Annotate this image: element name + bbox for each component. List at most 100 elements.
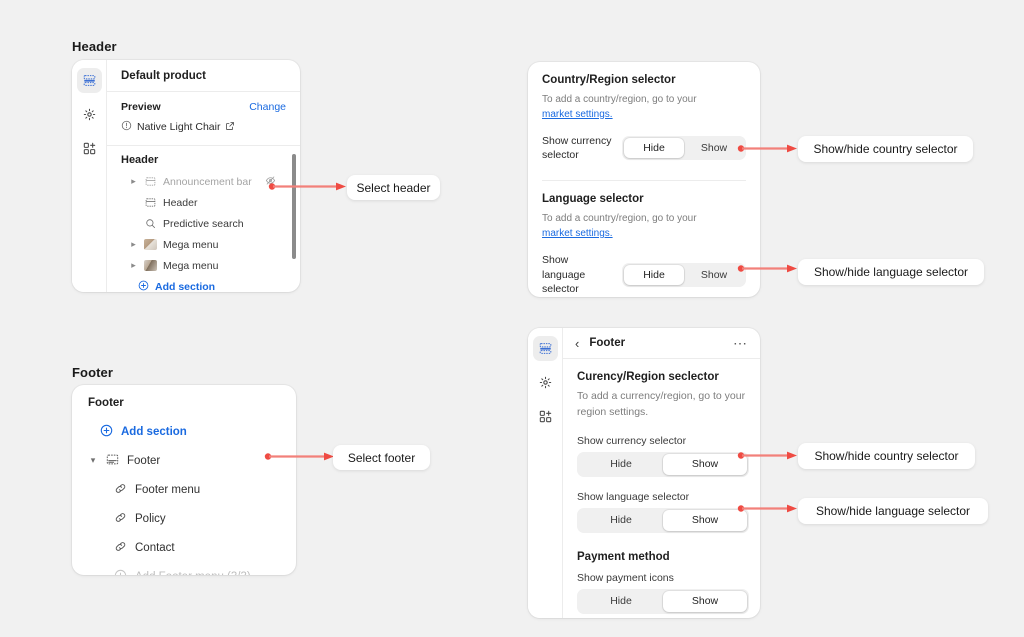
change-link[interactable]: Change	[249, 101, 286, 113]
callout-show-hide-country-bottom: Show/hide country selector	[798, 443, 975, 469]
header-section-caption: Header	[72, 39, 117, 54]
tree-row[interactable]: ▸ Header	[121, 192, 286, 213]
show-language-selector-segmented-control[interactable]: Hide Show	[577, 508, 749, 533]
language-description-text: To add a country/region, go to your	[542, 213, 697, 224]
annotation-arrow	[737, 144, 797, 153]
plus-circle-icon	[100, 424, 113, 440]
callout-label: Show/hide language selector	[814, 265, 968, 279]
show-language-selector-label: Show language selector	[577, 491, 746, 503]
header-editor-panel: Default product Preview Change	[107, 60, 300, 292]
rail-settings-button[interactable]	[77, 102, 102, 127]
external-link-icon[interactable]	[225, 118, 235, 136]
country-region-section: Country/Region selector To add a country…	[528, 62, 760, 176]
rail-settings-button[interactable]	[533, 370, 558, 395]
chevron-right-icon[interactable]: ▸	[129, 176, 138, 187]
footer-block-row[interactable]: Contact	[88, 533, 280, 562]
footer-section-tree: Footer Add section ▾	[72, 385, 296, 575]
show-payment-icons-segmented-control[interactable]: Hide Show	[577, 589, 749, 614]
preview-label: Preview	[121, 101, 161, 113]
show-option[interactable]: Show	[684, 138, 744, 158]
show-language-selector-label: Show language selector	[542, 253, 612, 296]
header-icon-rail	[72, 60, 107, 292]
annotation-arrow	[737, 504, 797, 513]
thumbnail-icon	[144, 259, 157, 272]
hide-option[interactable]: Hide	[579, 454, 663, 475]
show-currency-selector-segmented-control[interactable]: Hide Show	[622, 136, 746, 160]
show-language-selector-field: Show language selector Hide Show	[542, 253, 746, 296]
footer-settings-header: ‹ Footer ⋯	[563, 328, 760, 359]
section-icon	[144, 175, 157, 188]
tree-row-label: Mega menu	[163, 260, 218, 272]
rail-sections-button[interactable]	[77, 68, 102, 93]
payment-method-title: Payment method	[577, 551, 746, 563]
callout-label: Show/hide country selector	[813, 142, 957, 156]
market-settings-link[interactable]: market settings.	[542, 109, 613, 120]
tree-row[interactable]: ▸ Mega menu	[121, 234, 286, 255]
chevron-right-icon[interactable]: ▸	[129, 260, 138, 271]
chevron-down-icon[interactable]: ▾	[88, 455, 98, 466]
hide-option[interactable]: Hide	[579, 510, 663, 531]
footer-icon-rail	[528, 328, 563, 618]
chevron-left-icon[interactable]: ‹	[575, 337, 579, 350]
more-options-icon[interactable]: ⋯	[733, 339, 748, 347]
rail-apps-button[interactable]	[533, 404, 558, 429]
preview-item-row[interactable]: Native Light Chair	[121, 118, 286, 136]
tree-row[interactable]: ▸ Mega menu	[121, 255, 286, 276]
vertical-scrollbar-thumb[interactable]	[292, 154, 296, 259]
hide-option[interactable]: Hide	[579, 591, 663, 612]
footer-block-row[interactable]: Footer menu	[88, 475, 280, 504]
thumbnail-icon	[144, 238, 157, 251]
add-section-label: Add section	[155, 281, 215, 292]
show-option[interactable]: Show	[684, 265, 744, 285]
footer-block-label: Footer menu	[135, 484, 200, 496]
footer-settings-card: ‹ Footer ⋯ Curency/Region seclector To a…	[528, 328, 760, 618]
currency-region-title: Curency/Region seclector	[577, 371, 746, 383]
header-editor-card: Default product Preview Change	[72, 60, 300, 292]
annotation-arrow	[268, 182, 346, 191]
plus-circle-icon	[138, 280, 149, 292]
apps-icon	[83, 142, 96, 155]
tree-row-label: Mega menu	[163, 239, 218, 251]
screenshot-root: Header	[0, 0, 1024, 637]
info-circle-icon	[121, 118, 132, 136]
rail-sections-button[interactable]	[533, 336, 558, 361]
footer-section-caption: Footer	[72, 365, 113, 380]
hide-option[interactable]: Hide	[624, 265, 684, 285]
rail-apps-button[interactable]	[77, 136, 102, 161]
annotation-arrow	[264, 452, 334, 461]
country-section-description: To add a country/region, go to your mark…	[542, 93, 746, 122]
chevron-right-icon[interactable]: ▸	[129, 239, 138, 250]
show-currency-selector-field: Show currency selector Hide Show	[542, 134, 746, 162]
show-option[interactable]: Show	[663, 591, 747, 612]
apps-icon	[539, 410, 552, 423]
footer-tree-title: Footer	[88, 397, 280, 409]
footer-settings-title: Footer	[589, 337, 723, 349]
tree-row[interactable]: ▸ Announcement bar	[121, 171, 286, 192]
footer-root-row[interactable]: ▾ Footer	[88, 446, 280, 475]
settings-gear-icon	[539, 376, 552, 389]
header-section-tree: Header ▸ Announcement bar	[107, 146, 300, 292]
market-settings-link[interactable]: market settings.	[542, 228, 613, 239]
show-language-selector-segmented-control[interactable]: Hide Show	[622, 263, 746, 287]
hide-option[interactable]: Hide	[624, 138, 684, 158]
link-icon	[114, 511, 127, 527]
add-section-button[interactable]: Add section	[121, 276, 286, 292]
tree-row-label: Announcement bar	[163, 176, 252, 188]
sections-icon	[539, 342, 552, 355]
tree-title: Header	[121, 154, 286, 166]
footer-editor-card: Footer Add section ▾	[72, 385, 296, 575]
footer-block-row[interactable]: Policy	[88, 504, 280, 533]
currency-region-description: To add a currency/region, go to your reg…	[577, 389, 746, 421]
add-footer-menu-button: Add Footer menu (3/3)	[88, 562, 280, 575]
show-option[interactable]: Show	[663, 510, 747, 531]
footer-root-label: Footer	[127, 455, 160, 467]
callout-label: Select footer	[348, 451, 415, 465]
footer-add-section-button[interactable]: Add section	[88, 417, 280, 446]
callout-label: Show/hide country selector	[814, 449, 958, 463]
footer-block-label: Policy	[135, 513, 166, 525]
show-currency-selector-segmented-control[interactable]: Hide Show	[577, 452, 749, 477]
tree-row[interactable]: ▸ Predictive search	[121, 213, 286, 234]
tree-row-label: Header	[163, 197, 197, 209]
show-option[interactable]: Show	[663, 454, 747, 475]
callout-select-footer: Select footer	[333, 445, 430, 470]
